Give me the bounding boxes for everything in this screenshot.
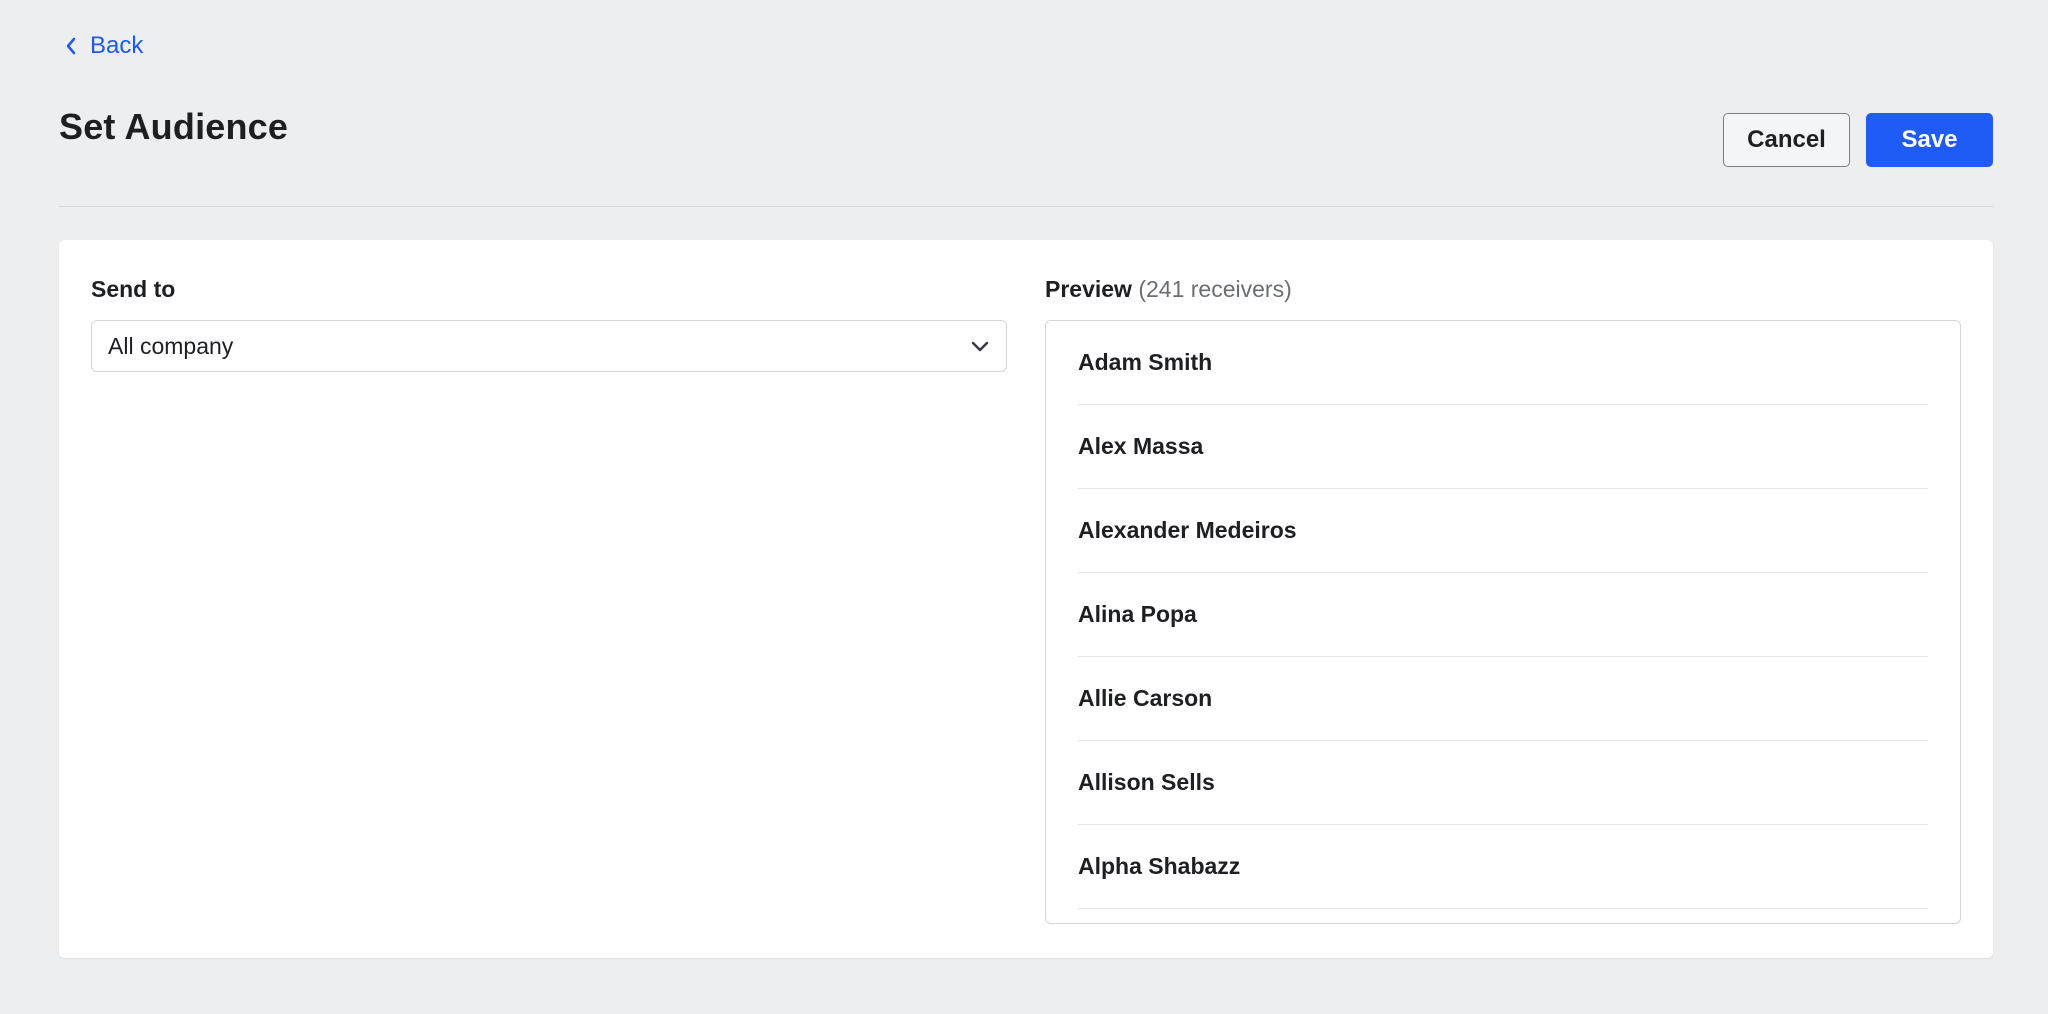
save-button[interactable]: Save (1866, 113, 1993, 167)
preview-label: Preview (1045, 276, 1132, 302)
back-label: Back (90, 32, 144, 59)
send-to-selected-value: All company (108, 332, 234, 359)
receiver-item: Adam Smith (1078, 321, 1928, 405)
preview-section: Preview (241 receivers) Adam Smith Alex … (1045, 274, 1961, 924)
preview-header: Preview (241 receivers) (1045, 274, 1961, 304)
receiver-item: Alexander Medeiros (1078, 489, 1928, 573)
chevron-left-icon (66, 37, 76, 55)
chevron-down-icon (971, 341, 989, 352)
cancel-button[interactable]: Cancel (1723, 113, 1850, 167)
receiver-item: Alina Popa (1078, 573, 1928, 657)
receiver-item: Allison Sells (1078, 741, 1928, 825)
send-to-label: Send to (91, 276, 176, 302)
header-actions: Cancel Save (1723, 113, 1993, 167)
preview-count: (241 receivers) (1138, 276, 1292, 302)
receiver-item: Alex Massa (1078, 405, 1928, 489)
header-divider (59, 206, 1993, 207)
send-to-section: Send to All company (91, 274, 1007, 372)
send-to-select[interactable]: All company (91, 320, 1007, 372)
audience-card: Send to All company Preview (241 receive… (59, 240, 1993, 958)
receiver-item: Allie Carson (1078, 657, 1928, 741)
receiver-item: Alpha Shabazz (1078, 825, 1928, 909)
back-link[interactable]: Back (64, 32, 143, 60)
page-title: Set Audience (59, 106, 289, 147)
set-audience-page: Back Set Audience Cancel Save Send to Al… (0, 0, 2048, 1014)
receiver-list[interactable]: Adam Smith Alex Massa Alexander Medeiros… (1045, 320, 1961, 924)
